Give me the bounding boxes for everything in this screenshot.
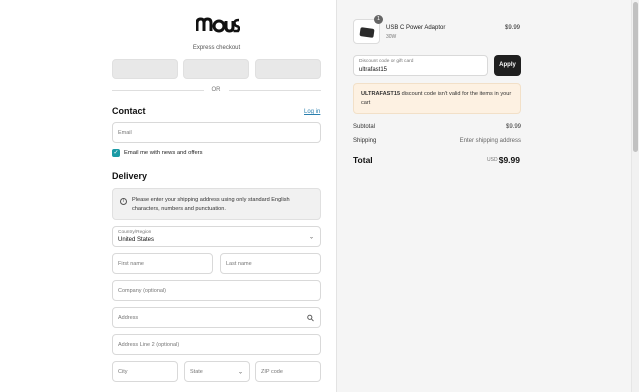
last-name-placeholder: Last name — [226, 260, 252, 267]
company-field[interactable]: Company (optional) — [112, 280, 321, 301]
chevron-down-icon: ⌄ — [308, 234, 314, 240]
country-label: Country/Region — [118, 230, 152, 235]
express-pay-button-2[interactable] — [183, 59, 249, 79]
discount-label: Discount code or gift card — [359, 59, 414, 64]
news-checkbox-label: Email me with news and offers — [124, 150, 203, 156]
total-label: Total — [353, 155, 373, 165]
subtotal-value: $9.99 — [505, 124, 521, 130]
discount-code-field[interactable]: Discount code or gift card ultrafast15 — [353, 55, 488, 76]
apply-button[interactable]: Apply — [494, 55, 521, 76]
address-field[interactable]: Address — [112, 307, 321, 328]
city-field[interactable]: City — [112, 361, 178, 382]
divider-right — [229, 90, 321, 91]
mous-logo[interactable] — [196, 17, 240, 33]
express-pay-button-1[interactable] — [112, 59, 178, 79]
delivery-heading: Delivery — [112, 171, 148, 181]
contact-heading: Contact — [112, 106, 146, 116]
product-price: $9.99 — [504, 25, 520, 31]
power-adaptor-image — [359, 27, 375, 38]
scrollbar[interactable] — [631, 0, 639, 392]
email-field[interactable]: Email — [112, 122, 321, 143]
company-placeholder: Company (optional) — [118, 287, 166, 294]
divider-left — [112, 90, 204, 91]
info-icon: i — [120, 198, 127, 205]
last-name-field[interactable]: Last name — [220, 253, 321, 274]
zip-placeholder: ZIP code — [261, 368, 283, 375]
state-placeholder: State — [190, 368, 203, 375]
address2-field[interactable]: Address Line 2 (optional) — [112, 334, 321, 355]
discount-error-alert: ULTRAFAST15 discount code isn't valid fo… — [353, 83, 521, 114]
search-icon[interactable] — [307, 314, 314, 321]
address2-placeholder: Address Line 2 (optional) — [118, 341, 180, 348]
news-checkbox[interactable]: ✓ — [112, 149, 120, 157]
alert-text: ULTRAFAST15 discount code isn't valid fo… — [361, 90, 517, 108]
or-divider-text: OR — [211, 87, 221, 93]
express-pay-button-3[interactable] — [255, 59, 321, 79]
discount-value: ultrafast15 — [359, 67, 388, 73]
address-notice: i Please enter your shipping address usi… — [112, 188, 321, 220]
shipping-label: Shipping — [353, 138, 377, 144]
first-name-placeholder: First name — [118, 260, 144, 267]
subtotal-label: Subtotal — [353, 124, 376, 130]
checkout-form-panel: Express checkout OR Contact Log in Email… — [0, 0, 336, 392]
total-value: $9.99 — [498, 155, 520, 165]
product-variant: 30W — [386, 34, 397, 40]
express-checkout-label: Express checkout — [192, 45, 241, 51]
login-link[interactable]: Log in — [304, 109, 320, 115]
notice-text: Please enter your shipping address using… — [132, 197, 290, 212]
shipping-value: Enter shipping address — [459, 138, 521, 144]
first-name-field[interactable]: First name — [112, 253, 213, 274]
email-placeholder: Email — [118, 129, 132, 136]
scrollbar-thumb[interactable] — [633, 2, 638, 152]
zip-field[interactable]: ZIP code — [255, 361, 321, 382]
state-select[interactable]: State ⌄ — [184, 361, 250, 382]
city-placeholder: City — [118, 368, 128, 375]
country-value: United States — [118, 237, 155, 243]
address-placeholder: Address — [118, 314, 139, 321]
chevron-down-icon: ⌄ — [237, 369, 243, 375]
alert-code: ULTRAFAST15 — [361, 91, 401, 97]
country-select[interactable]: Country/Region United States ⌄ — [112, 226, 321, 247]
product-name: USB C Power Adaptor — [386, 25, 446, 31]
quantity-badge: 1 — [374, 15, 383, 24]
